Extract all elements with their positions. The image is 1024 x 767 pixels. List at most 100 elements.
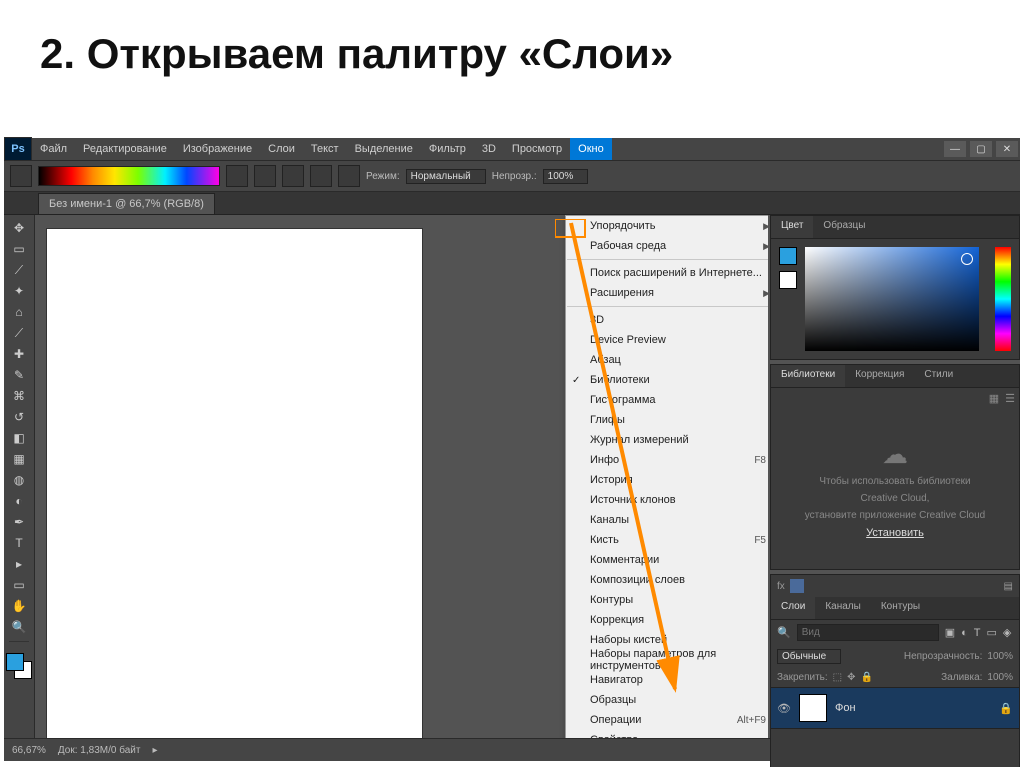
layer-opacity-value[interactable]: 100% (987, 651, 1013, 662)
status-arrow-icon[interactable]: ▸ (152, 745, 157, 756)
gradient-type-linear-icon[interactable] (226, 165, 248, 187)
eyedropper-tool-icon[interactable]: ⟋ (8, 324, 30, 342)
zoom-tool-icon[interactable]: 🔍 (8, 618, 30, 636)
menu-фильтр[interactable]: Фильтр (421, 138, 474, 160)
maximize-button[interactable]: ▢ (970, 141, 992, 157)
layer-color-icon[interactable] (790, 579, 804, 593)
color-field[interactable] (805, 247, 979, 351)
menu-item-3d[interactable]: 3D (566, 310, 768, 330)
list-view-icon[interactable]: ☰ (1005, 392, 1015, 405)
hand-tool-icon[interactable]: ✋ (8, 597, 30, 615)
visibility-icon[interactable]: 👁 (777, 702, 791, 715)
filter-smart-icon[interactable]: ◈ (1003, 626, 1011, 639)
document-tab[interactable]: Без имени-1 @ 66,7% (RGB/8) (38, 193, 215, 214)
wand-tool-icon[interactable]: ✦ (8, 282, 30, 300)
gradient-type-reflected-icon[interactable] (310, 165, 332, 187)
menu-выделение[interactable]: Выделение (347, 138, 421, 160)
gradient-tool-icon[interactable]: ▦ (8, 450, 30, 468)
menu-item-расширения[interactable]: Расширения▶ (566, 283, 768, 303)
menu-item-упорядочить[interactable]: Упорядочить▶ (566, 216, 768, 236)
history-brush-icon[interactable]: ↺ (8, 408, 30, 426)
opacity-value[interactable]: 100% (543, 169, 589, 184)
filter-icon[interactable]: 🔍 (777, 626, 791, 639)
menu-item-журнал-измерений[interactable]: Журнал измерений (566, 430, 768, 450)
crop-tool-icon[interactable]: ⌂ (8, 303, 30, 321)
lock-position-icon[interactable]: ✥ (847, 672, 855, 683)
menu-item-глифы[interactable]: Глифы (566, 410, 768, 430)
layer-row[interactable]: 👁 Фон 🔒 (771, 687, 1019, 729)
tab-channels[interactable]: Каналы (815, 597, 871, 619)
menu-item-инфо[interactable]: ИнфоF8 (566, 450, 768, 470)
fill-value[interactable]: 100% (987, 672, 1013, 683)
move-tool-icon[interactable]: ✥ (8, 219, 30, 237)
filter-pixel-icon[interactable]: ▣ (945, 626, 955, 639)
fg-mini-swatch-icon[interactable] (779, 247, 797, 265)
color-swatches[interactable] (6, 653, 32, 679)
gradient-type-radial-icon[interactable] (254, 165, 276, 187)
tab-adjustments[interactable]: Коррекция (845, 365, 914, 387)
stamp-tool-icon[interactable]: ⌘ (8, 387, 30, 405)
menu-item-библиотеки[interactable]: ✓Библиотеки (566, 370, 768, 390)
path-select-icon[interactable]: ▸ (8, 555, 30, 573)
pen-tool-icon[interactable]: ✒ (8, 513, 30, 531)
menu-item-наборы-параметров-для-инструментов[interactable]: Наборы параметров для инструментов (566, 650, 768, 670)
menu-item-операции[interactable]: ОперацииAlt+F9 (566, 710, 768, 730)
layer-blend-select[interactable]: Обычные (777, 649, 841, 664)
document-canvas[interactable] (47, 229, 422, 738)
gradient-preview[interactable] (38, 166, 220, 186)
tool-preset-icon[interactable] (10, 165, 32, 187)
tab-layers[interactable]: Слои (771, 597, 815, 619)
filter-type-icon[interactable]: T (974, 627, 981, 639)
menu-текст[interactable]: Текст (303, 138, 347, 160)
menu-item-навигатор[interactable]: Навигатор (566, 670, 768, 690)
tab-swatches[interactable]: Образцы (813, 216, 875, 238)
filter-adjust-icon[interactable]: ◐ (961, 627, 968, 639)
gradient-type-angle-icon[interactable] (282, 165, 304, 187)
layer-name[interactable]: Фон (835, 702, 856, 714)
marquee-tool-icon[interactable]: ▭ (8, 240, 30, 258)
layer-filter-input[interactable] (797, 624, 939, 641)
menu-item-коррекция[interactable]: Коррекция (566, 610, 768, 630)
lasso-tool-icon[interactable]: ⟋ (8, 261, 30, 279)
menu-item-рабочая-среда[interactable]: Рабочая среда▶ (566, 236, 768, 256)
menu-item-композиции-слоев[interactable]: Композиции слоев (566, 570, 768, 590)
menu-item-источник-клонов[interactable]: Источник клонов (566, 490, 768, 510)
menu-item-device-preview[interactable]: Device Preview (566, 330, 768, 350)
blend-mode-select[interactable]: Нормальный (406, 169, 486, 184)
menu-окно[interactable]: Окно (570, 138, 612, 160)
dodge-tool-icon[interactable]: ◐ (8, 492, 30, 510)
tab-paths[interactable]: Контуры (871, 597, 930, 619)
type-tool-icon[interactable]: T (8, 534, 30, 552)
menu-файл[interactable]: Файл (32, 138, 75, 160)
menu-item-комментарии[interactable]: Комментарии (566, 550, 768, 570)
menu-редактирование[interactable]: Редактирование (75, 138, 175, 160)
layer-thumbnail[interactable] (799, 694, 827, 722)
healing-tool-icon[interactable]: ✚ (8, 345, 30, 363)
install-link[interactable]: Установить (866, 527, 924, 539)
gradient-type-diamond-icon[interactable] (338, 165, 360, 187)
menu-item-история[interactable]: История (566, 470, 768, 490)
lock-icon[interactable]: 🔒 (861, 672, 873, 683)
foreground-color-icon[interactable] (6, 653, 24, 671)
menu-item-кисть[interactable]: КистьF5 (566, 530, 768, 550)
menu-item-свойства[interactable]: Свойства (566, 730, 768, 738)
lock-all-icon[interactable]: ⬚ (833, 672, 842, 683)
menu-item-наборы-кистей[interactable]: Наборы кистей (566, 630, 768, 650)
menu-изображение[interactable]: Изображение (175, 138, 260, 160)
tab-styles[interactable]: Стили (914, 365, 963, 387)
menu-просмотр[interactable]: Просмотр (504, 138, 570, 160)
menu-item-каналы[interactable]: Каналы (566, 510, 768, 530)
menu-3d[interactable]: 3D (474, 138, 504, 160)
layer-fx-icon[interactable]: fx (777, 581, 785, 592)
layer-options-icon[interactable]: ▤ (1004, 581, 1013, 592)
minimize-button[interactable]: — (944, 141, 966, 157)
close-button[interactable]: ✕ (996, 141, 1018, 157)
grid-view-icon[interactable]: ▦ (989, 392, 999, 405)
hue-slider[interactable] (995, 247, 1011, 351)
bg-mini-swatch-icon[interactable] (779, 271, 797, 289)
filter-shape-icon[interactable]: ▭ (987, 626, 997, 639)
menu-слои[interactable]: Слои (260, 138, 303, 160)
menu-item-образцы[interactable]: Образцы (566, 690, 768, 710)
blur-tool-icon[interactable]: ◍ (8, 471, 30, 489)
menu-item-абзац[interactable]: Абзац (566, 350, 768, 370)
